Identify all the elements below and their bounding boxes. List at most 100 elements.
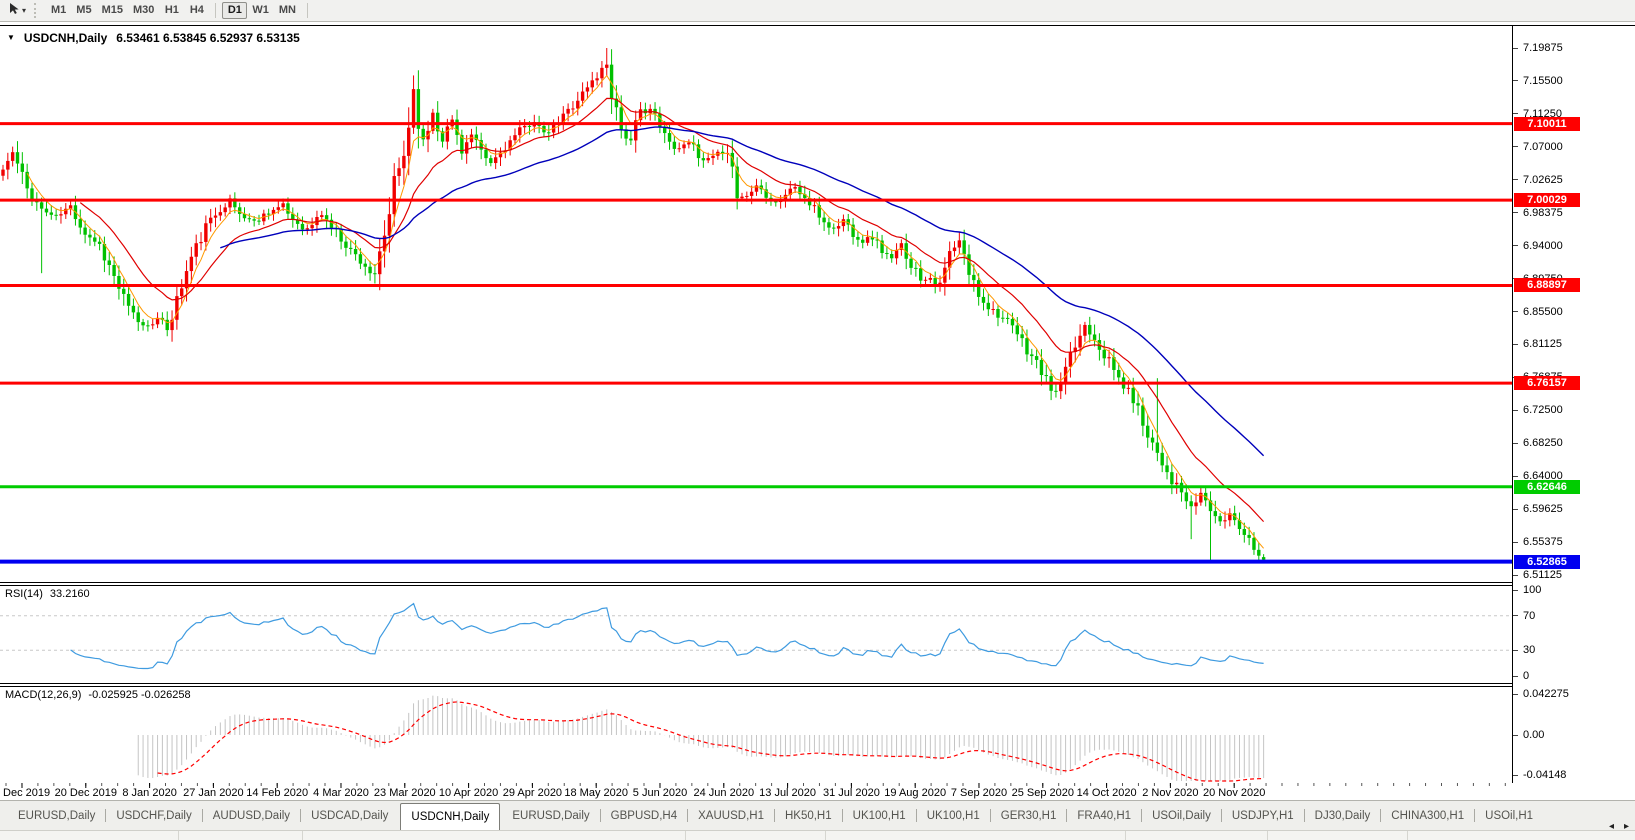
date-label: 8 Jan 2020 xyxy=(122,787,176,799)
rsi-tick-label: 30 xyxy=(1523,644,1535,656)
tab-usoil-daily[interactable]: USOil,Daily xyxy=(1142,801,1221,830)
candle-body xyxy=(1223,520,1226,521)
tab-usdchf-daily[interactable]: USDCHF,Daily xyxy=(106,801,201,830)
candle-body xyxy=(412,89,415,128)
timeframe-button-h4[interactable]: H4 xyxy=(184,2,209,19)
tab-usdcnh-daily[interactable]: USDCNH,Daily xyxy=(400,803,500,830)
rsi-value: 33.2160 xyxy=(50,588,90,600)
status-divider xyxy=(685,831,686,840)
rsi-name: RSI(14) xyxy=(5,588,43,600)
time-axis[interactable]: 2 Dec 201920 Dec 20198 Jan 202027 Jan 20… xyxy=(0,783,1635,800)
candle-body xyxy=(991,309,994,310)
tab-china300-h1[interactable]: CHINA300,H1 xyxy=(1381,801,1474,830)
cursor-tool-button[interactable]: ▾ xyxy=(4,1,30,21)
candle-body xyxy=(1016,325,1019,334)
candle-body xyxy=(576,101,579,109)
candle-body xyxy=(856,237,859,240)
candle-body xyxy=(711,156,714,158)
candle-body xyxy=(629,139,632,141)
price-tick xyxy=(1513,542,1518,543)
tab-xauusd-h1[interactable]: XAUUSD,H1 xyxy=(688,801,774,830)
candle-body xyxy=(1136,403,1139,405)
candle-body xyxy=(600,68,603,78)
candle-body xyxy=(6,161,9,170)
tab-usdjpy-h1[interactable]: USDJPY,H1 xyxy=(1222,801,1304,830)
rsi-panel[interactable] xyxy=(0,604,1512,669)
candle-body xyxy=(257,221,260,222)
candle-body xyxy=(281,203,284,207)
status-divider xyxy=(178,831,179,840)
tab-dj30-daily[interactable]: DJ30,Daily xyxy=(1305,801,1381,830)
tab-eurusd-daily[interactable]: EURUSD,Daily xyxy=(8,801,105,830)
tab-uk100-h1[interactable]: UK100,H1 xyxy=(843,801,916,830)
candle-body xyxy=(750,192,753,196)
candle-body xyxy=(1103,350,1106,359)
candle-body xyxy=(1132,388,1135,403)
toolbar-grip[interactable] xyxy=(34,3,40,18)
timeframe-button-m5[interactable]: M5 xyxy=(71,2,96,19)
tab-gbpusd-h4[interactable]: GBPUSD,H4 xyxy=(601,801,687,830)
price-tick xyxy=(1513,179,1518,180)
candle-body xyxy=(45,209,48,213)
status-divider xyxy=(1407,831,1408,840)
candle-body xyxy=(1194,502,1197,506)
candle-body xyxy=(972,275,975,280)
candle-body xyxy=(1161,453,1164,466)
candle-body xyxy=(1175,483,1178,484)
candle-body xyxy=(842,219,845,226)
timeframe-button-h1[interactable]: H1 xyxy=(159,2,184,19)
candle-body xyxy=(1151,438,1154,443)
candle-body xyxy=(1262,557,1265,559)
candle-body xyxy=(325,215,328,220)
candle-body xyxy=(190,257,193,271)
timeframe-button-m30[interactable]: M30 xyxy=(128,2,159,19)
candle-body xyxy=(209,218,212,224)
price-panel[interactable] xyxy=(0,48,1512,563)
toolbar: ▾ M1M5M15M30H1H4 D1W1MN xyxy=(0,0,1635,22)
candle-body xyxy=(1117,370,1120,377)
tab-eurusd-daily[interactable]: EURUSD,Daily xyxy=(502,801,599,830)
main-chart-canvas[interactable] xyxy=(0,26,1512,783)
candle-body xyxy=(79,219,82,227)
candle-body xyxy=(1214,511,1217,516)
macd-tick xyxy=(1513,735,1518,736)
candle-body xyxy=(1078,336,1081,348)
candle-body xyxy=(277,207,280,210)
candle-body xyxy=(518,127,521,135)
timeframe-button-m1[interactable]: M1 xyxy=(46,2,71,19)
timeframe-button-w1[interactable]: W1 xyxy=(247,2,274,19)
price-axis[interactable]: 7.198757.155007.112507.070007.026256.983… xyxy=(1513,26,1635,783)
tab-audusd-daily[interactable]: AUDUSD,Daily xyxy=(203,801,300,830)
candle-body xyxy=(59,214,62,215)
tab-fra40-h1[interactable]: FRA40,H1 xyxy=(1067,801,1141,830)
candle-body xyxy=(1141,406,1144,426)
tab-uk100-h1[interactable]: UK100,H1 xyxy=(917,801,990,830)
tab-usoil-h1[interactable]: USOil,H1 xyxy=(1475,801,1543,830)
timeframe-button-mn[interactable]: MN xyxy=(274,2,301,19)
tab-hk50-h1[interactable]: HK50,H1 xyxy=(775,801,842,830)
candle-body xyxy=(83,228,86,235)
macd-panel[interactable] xyxy=(138,696,1263,781)
macd-tick-label: 0.00 xyxy=(1523,729,1544,741)
tab-usdcad-daily[interactable]: USDCAD,Daily xyxy=(301,801,398,830)
date-label: 14 Oct 2020 xyxy=(1077,787,1137,799)
candle-body xyxy=(146,325,149,326)
timeframe-button-m15[interactable]: M15 xyxy=(97,2,128,19)
date-label: 25 Sep 2020 xyxy=(1012,787,1074,799)
candle-body xyxy=(286,203,289,213)
candle-body xyxy=(523,126,526,127)
tab-ger30-h1[interactable]: GER30,H1 xyxy=(991,801,1067,830)
candle-body xyxy=(50,212,53,214)
candle-body xyxy=(933,278,936,285)
candle-body xyxy=(1247,535,1250,538)
macd-tick xyxy=(1513,775,1518,776)
candle-body xyxy=(1257,550,1260,556)
candle-body xyxy=(1252,538,1255,550)
candle-body xyxy=(238,207,241,214)
date-label: 13 Jul 2020 xyxy=(759,787,816,799)
timeframe-button-d1[interactable]: D1 xyxy=(222,2,247,19)
candle-body xyxy=(1170,472,1173,484)
date-label: 4 Mar 2020 xyxy=(313,787,369,799)
candle-body xyxy=(586,87,589,91)
symbol-dropdown-icon[interactable]: ▼ xyxy=(7,33,15,42)
